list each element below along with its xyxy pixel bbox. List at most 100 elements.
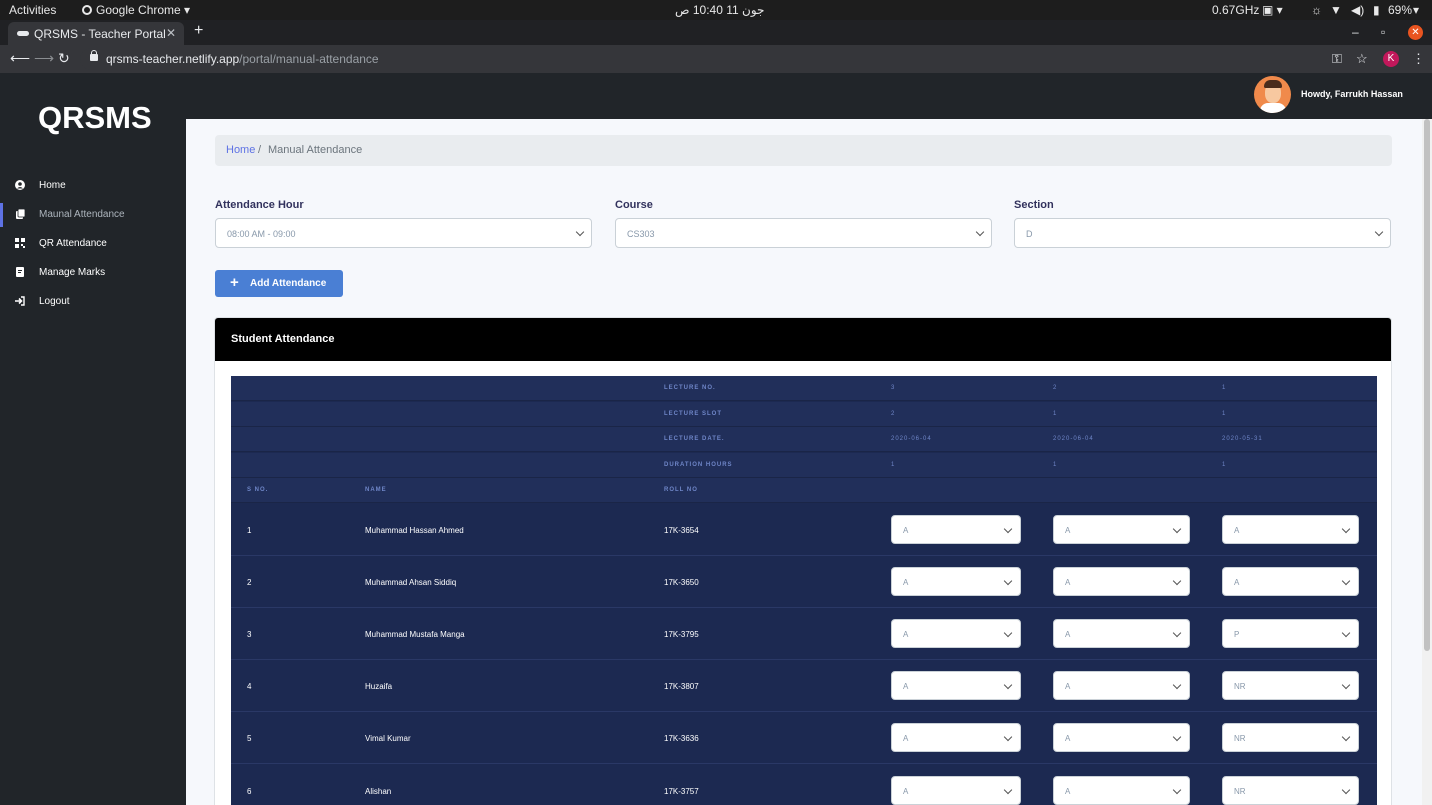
add-attendance-button[interactable]: + Add Attendance (215, 270, 343, 297)
key-icon[interactable]: ⚿ (1332, 51, 1342, 67)
attendance-status-select[interactable]: A (1222, 514, 1359, 544)
meta-row-value: 1 (1053, 410, 1058, 417)
cell-name: Muhammad Mustafa Manga (365, 629, 465, 639)
table-header-row: S NO. NAME ROLL NO (231, 478, 1377, 503)
attendance-status-select[interactable]: A (891, 671, 1021, 701)
attendance-status-select[interactable]: A (1053, 514, 1190, 544)
attendance-status-select[interactable]: A (1222, 566, 1359, 596)
minimize-icon[interactable]: – (1352, 25, 1359, 39)
tab-title: QRSMS - Teacher Portal (34, 27, 166, 41)
battery-percent[interactable]: 69% (1388, 3, 1412, 17)
attendance-status-select[interactable]: A (1053, 723, 1190, 753)
brand-logo[interactable]: QRSMS (38, 100, 152, 136)
sidebar-item-qr-attendance[interactable]: QR Attendance (0, 232, 186, 256)
attendance-status-select[interactable]: P (1222, 618, 1359, 648)
qr-code-icon (15, 238, 25, 248)
page-scrollbar[interactable] (1422, 119, 1432, 805)
forward-arrow-icon[interactable]: ⟶ (34, 50, 54, 67)
cell-name: Muhammad Ahsan Siddiq (365, 577, 457, 587)
table-row: 5 Vimal Kumar 17K-3636 A A NR (231, 712, 1377, 765)
wifi-icon: ▼ (1330, 3, 1342, 17)
meta-row-value: 2 (891, 410, 896, 417)
sidebar-item-label: Home (39, 180, 66, 191)
section-label: Section (1014, 199, 1054, 211)
meta-row-value: 2020-06-04 (891, 436, 932, 442)
meta-row-value: 2020-06-04 (1053, 436, 1094, 442)
attendance-status-select[interactable]: NR (1222, 723, 1359, 753)
attendance-hour-select[interactable]: 08:00 AM - 09:00 (215, 218, 592, 248)
bookmark-star-icon[interactable]: ☆ (1356, 51, 1368, 67)
browser-toolbar: ⟵ ⟶ ↻ qrsms-teacher.netlify.app/portal/m… (0, 45, 1432, 73)
sidebar-item-manual-attendance[interactable]: Maunal Attendance (0, 203, 186, 227)
clock[interactable]: جون 11 10:40 ص (675, 3, 764, 17)
attendance-status-select[interactable]: A (1053, 618, 1190, 648)
meta-row-label: DURATION HOURS (664, 461, 733, 468)
breadcrumb: Home / Manual Attendance (215, 135, 1392, 166)
scrollbar-thumb[interactable] (1424, 119, 1430, 651)
select-value: NR (1234, 734, 1246, 744)
brightness-icon: ☼ (1311, 3, 1322, 17)
chevron-down-icon (1003, 733, 1013, 742)
cell-sno: 4 (247, 682, 252, 692)
new-tab-button[interactable]: + (194, 22, 203, 40)
cpu-indicator[interactable]: 0.67GHz (1212, 3, 1259, 17)
chevron-down-icon (1172, 733, 1182, 742)
activities-button[interactable]: Activities (9, 3, 56, 17)
user-avatar[interactable] (1254, 76, 1291, 113)
meta-row-value: 1 (1222, 385, 1227, 391)
attendance-table: LECTURE NO. 3 2 1 LECTURE SLOT 2 1 1 LECTURE DAT… (231, 376, 1377, 805)
chrome-app-menu[interactable]: Google Chrome ▾ (82, 3, 190, 17)
back-arrow-icon[interactable]: ⟵ (10, 50, 30, 67)
user-circle-icon (15, 180, 25, 190)
sidebar-item-logout[interactable]: Logout (0, 290, 186, 314)
cell-sno: 5 (247, 734, 252, 744)
battery-icon: ▮ (1373, 3, 1380, 17)
cell-roll: 17K-3654 (664, 525, 699, 535)
chevron-down-icon (1341, 576, 1351, 585)
attendance-status-select[interactable]: A (1053, 671, 1190, 701)
select-value: A (903, 629, 909, 639)
meta-row-value: 1 (1222, 410, 1227, 417)
attendance-status-select[interactable]: A (1053, 566, 1190, 596)
cell-sno: 1 (247, 525, 252, 535)
sidebar-item-home[interactable]: Home (0, 174, 186, 198)
attendance-status-select[interactable]: NR (1222, 775, 1359, 805)
restore-icon[interactable]: ▫ (1381, 25, 1385, 39)
table-meta-row: LECTURE SLOT 2 1 1 (231, 401, 1377, 427)
profile-avatar[interactable]: K (1383, 51, 1399, 67)
attendance-status-select[interactable]: A (1053, 775, 1190, 805)
attendance-status-select[interactable]: A (891, 566, 1021, 596)
attendance-status-select[interactable]: A (891, 514, 1021, 544)
cell-roll: 17K-3636 (664, 734, 699, 744)
attendance-status-select[interactable]: A (891, 775, 1021, 805)
reload-icon[interactable]: ↻ (58, 50, 70, 67)
address-bar[interactable]: qrsms-teacher.netlify.app/portal/manual-… (80, 48, 1370, 70)
window-close-icon[interactable]: ✕ (1408, 25, 1423, 40)
sidebar-item-label: Manage Marks (39, 267, 106, 278)
user-greeting[interactable]: Howdy, Farrukh Hassan (1301, 89, 1403, 99)
attendance-status-select[interactable]: A (891, 723, 1021, 753)
avatar-hair (1264, 80, 1282, 88)
chevron-down-icon (575, 227, 585, 237)
column-header-roll: ROLL NO (664, 487, 698, 493)
tab-close-icon[interactable]: ✕ (166, 26, 176, 40)
breadcrumb-home-link[interactable]: Home (226, 144, 255, 156)
sign-out-icon (15, 296, 25, 306)
chevron-down-icon (1003, 524, 1013, 533)
app-menu-label: Google Chrome ▾ (96, 3, 191, 17)
meta-row-value: 1 (1222, 461, 1227, 468)
course-select[interactable]: CS303 (615, 218, 992, 248)
chevron-down-icon (1341, 628, 1351, 638)
column-header-name: NAME (365, 487, 387, 493)
select-value: A (1065, 577, 1071, 587)
sidebar-item-manage-marks[interactable]: Manage Marks (0, 261, 186, 285)
chevron-down-icon (1003, 680, 1013, 690)
section-select[interactable]: D (1014, 218, 1391, 248)
chrome-menu-icon[interactable]: ⋮ (1412, 51, 1425, 67)
select-value: A (1234, 525, 1240, 535)
attendance-status-select[interactable]: A (891, 618, 1021, 648)
browser-tab[interactable]: QRSMS - Teacher Portal ✕ (8, 22, 184, 45)
student-attendance-card: Student Attendance LECTURE NO. 3 2 1 LECTURE… (214, 317, 1392, 805)
system-menu-chevron-icon[interactable]: ▾ (1413, 3, 1419, 17)
attendance-status-select[interactable]: NR (1222, 671, 1359, 701)
